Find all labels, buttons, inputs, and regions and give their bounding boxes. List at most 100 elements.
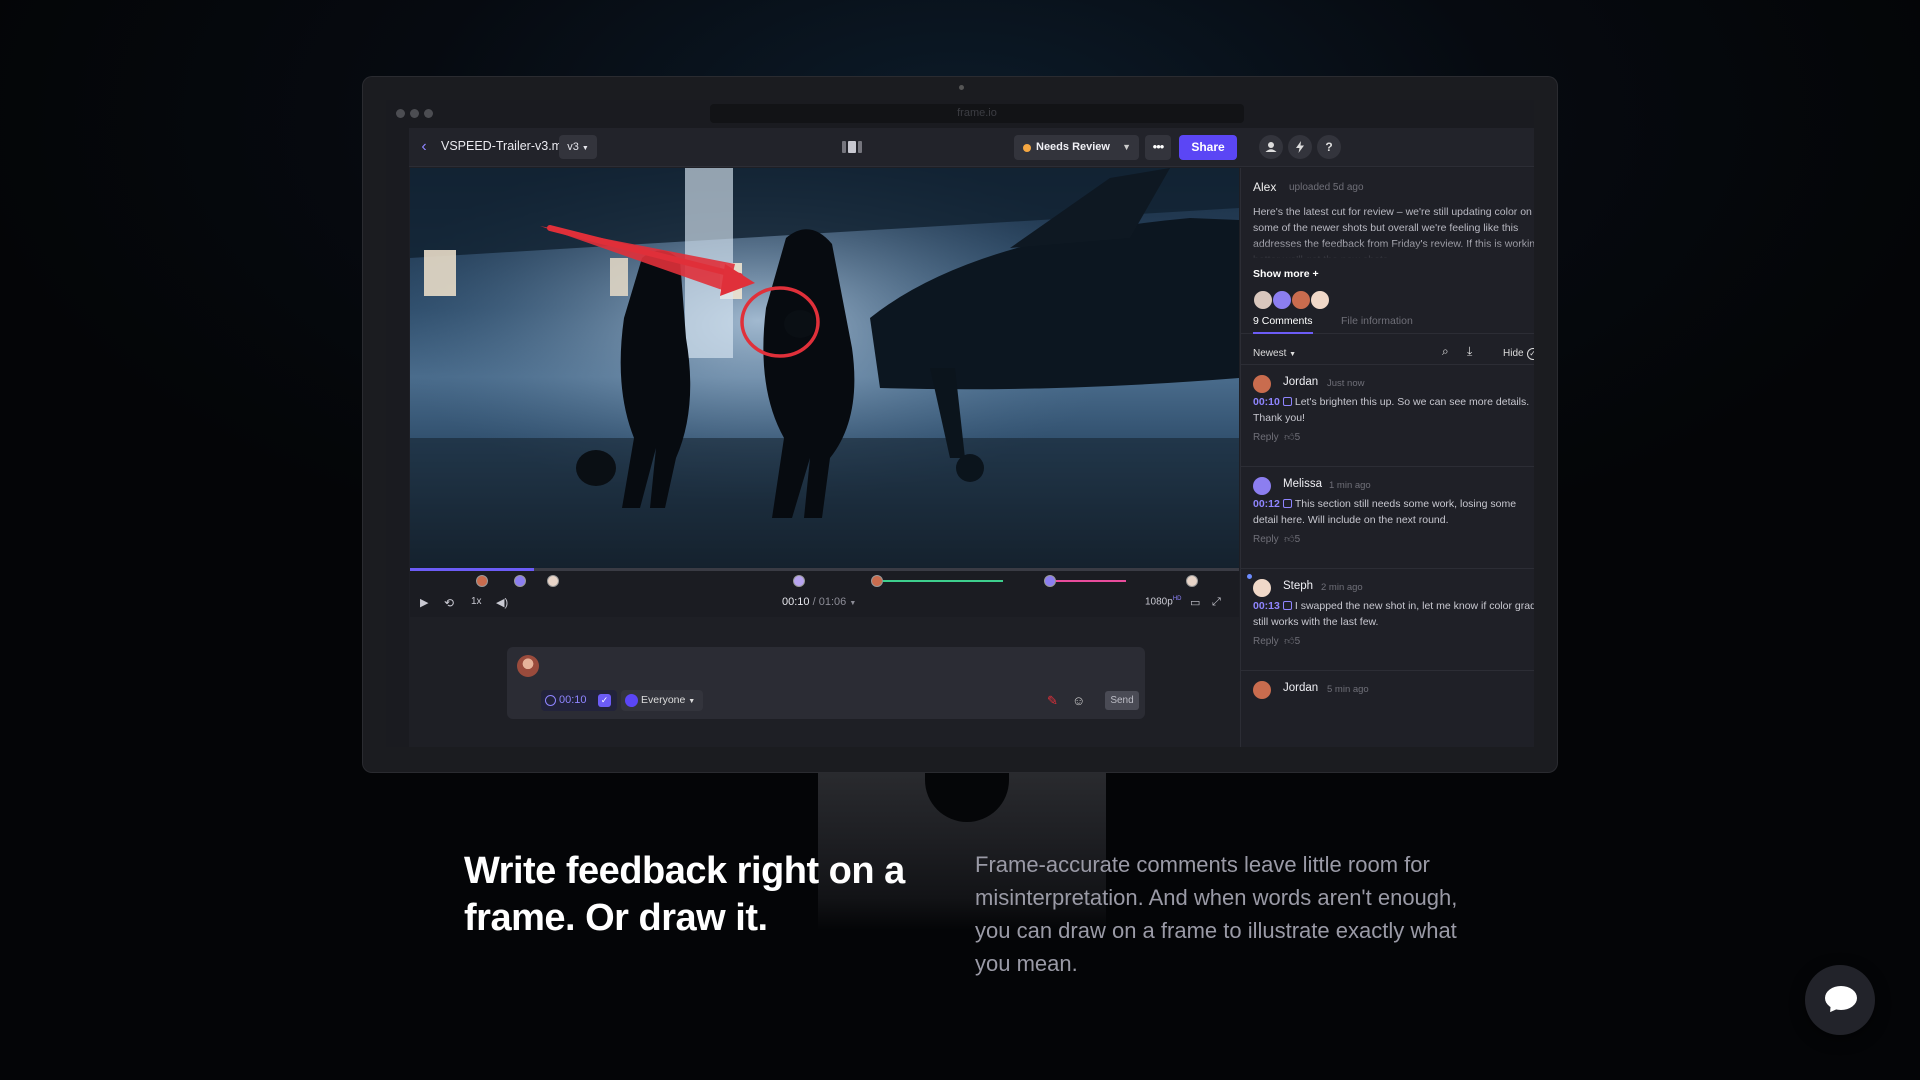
maximize-window-button[interactable] [424,109,433,118]
uploader-name: Alex [1253,180,1277,194]
review-app: ‹ VSPEED-Trailer-v3.mp4 v3 ▼ Needs Revie… [409,128,1534,747]
comment-item[interactable]: Steph 2 min ago 00:13 I swapped the new s… [1241,568,1534,670]
hide-label: Hide [1503,348,1524,359]
lightning-icon[interactable] [1288,135,1312,159]
comment-author: Melissa [1283,478,1322,490]
player-controls: ▶ ⟲ 1x ◀) 00:10 / 01:06 ▼ 1080pHD ▭ ⤢ [410,589,1239,617]
user-icon[interactable] [1259,135,1283,159]
comment-item[interactable]: Jordan Just now 00:10 Let's brighten this… [1241,364,1534,466]
comment-marker[interactable] [514,575,526,587]
comment-text: This section still needs some work, losi… [1253,498,1517,526]
comment-marker[interactable] [1186,575,1198,587]
more-options-button[interactable]: ••• [1145,135,1171,160]
version-label: v3 [567,141,579,153]
version-dropdown[interactable]: v3 ▼ [559,135,597,159]
top-bar: ‹ VSPEED-Trailer-v3.mp4 v3 ▼ Needs Revie… [409,128,1534,167]
thumbs-up-icon[interactable]: 👍︎ [1284,534,1294,545]
avatar [1253,477,1271,495]
total-time: 01:06 [818,596,847,608]
description-fade [1241,240,1534,260]
range-marker[interactable] [1056,580,1126,582]
range-marker[interactable] [883,580,1003,582]
upload-meta: uploaded 5d ago [1289,182,1364,193]
draw-icon[interactable]: ✎ [1047,693,1058,709]
comment-text: I swapped the new shot in, let me know i… [1253,600,1534,628]
thumbs-up-icon[interactable]: 👍︎ [1284,432,1294,443]
avatar [517,655,539,677]
comment-marker[interactable] [1044,575,1056,587]
chevron-down-icon: ▼ [849,600,857,607]
avatar [1310,290,1330,310]
comment-text: Let's brighten this up. So we can see mo… [1253,396,1530,424]
share-button[interactable]: Share [1179,135,1237,160]
comment-marker[interactable] [476,575,488,587]
check-circle-icon: ✓ [1526,348,1534,360]
video-scene [410,168,1239,570]
comment-markers [410,571,1239,589]
comment-author: Jordan [1283,682,1319,694]
quality-selector[interactable]: 1080pHD [1145,596,1181,607]
avatar [1253,375,1271,393]
comments-sidebar: Alex uploaded 5d ago Here's the latest c… [1240,168,1534,747]
film-strip-icon[interactable] [842,140,862,154]
comment-timecode[interactable]: 00:12 [1253,498,1280,510]
emoji-icon[interactable]: ☺ [1072,693,1085,708]
avatar [1253,290,1273,310]
close-window-button[interactable] [396,109,405,118]
reply-link[interactable]: Reply [1253,636,1279,647]
download-icon[interactable]: ⤓ [1467,344,1472,359]
comment-marker[interactable] [547,575,559,587]
avatar [1253,681,1271,699]
sort-dropdown[interactable]: Newest ▼ [1253,348,1296,359]
comment-composer[interactable]: 00:10 ✓ Everyone ▼ ✎ ☺ Send [507,647,1145,719]
minimize-window-button[interactable] [410,109,419,118]
hide-toggle[interactable]: Hide ✓ [1503,348,1534,360]
timecode-toggle[interactable]: 00:10 ✓ [541,690,617,711]
feature-headline: Write feedback right on a frame. Or draw… [464,850,905,939]
checkbox-icon: ✓ [598,694,611,707]
current-time: 00:10 [782,596,810,608]
audience-dropdown[interactable]: Everyone ▼ [621,690,703,711]
comment-marker[interactable] [793,575,805,587]
pip-icon[interactable]: ▭ [1190,596,1200,609]
sort-label: Newest [1253,348,1287,359]
comment-body: 00:10 Let's brighten this up. So we can s… [1253,394,1534,426]
status-label: Needs Review [1036,141,1110,153]
reply-link[interactable]: Reply [1253,534,1279,545]
help-button[interactable]: ? [1317,135,1341,159]
chevron-down-icon: ▼ [1122,142,1131,152]
chevron-down-icon: ▼ [581,145,589,152]
volume-icon[interactable]: ◀) [496,596,508,609]
thumbs-up-icon[interactable]: 👍︎ [1284,636,1294,647]
comment-item[interactable]: Melissa 1 min ago 00:12 This section stil… [1241,466,1534,568]
loop-icon[interactable]: ⟲ [444,596,454,610]
timecode-display[interactable]: 00:10 / 01:06 ▼ [782,596,856,608]
comment-item[interactable]: Jordan 5 min ago [1241,670,1534,747]
video-frame[interactable] [410,168,1239,570]
back-arrow-icon[interactable]: ‹ [415,138,433,156]
send-button[interactable]: Send [1105,691,1139,710]
comment-author: Steph [1283,580,1314,592]
comment-time: 2 min ago [1321,582,1363,593]
chat-launcher-button[interactable] [1805,965,1875,1035]
search-icon[interactable]: ⌕ [1442,344,1449,359]
reply-link[interactable]: Reply [1253,432,1279,443]
feature-description: Frame-accurate comments leave little roo… [975,852,1458,976]
comment-time: 1 min ago [1329,480,1371,491]
tab-file-information[interactable]: File information [1341,315,1413,327]
composer-timecode: 00:10 [559,694,587,706]
url-bar[interactable]: frame.io [710,104,1244,123]
show-more-link[interactable]: Show more + [1253,268,1319,280]
play-icon[interactable]: ▶ [420,596,428,609]
comment-body: 00:13 I swapped the new shot in, let me k… [1253,598,1534,630]
comment-marker[interactable] [871,575,883,587]
comment-time: Just now [1327,378,1365,389]
edit-icon [1282,601,1292,610]
fullscreen-icon[interactable]: ⤢ [1212,596,1221,609]
comment-timecode[interactable]: 00:10 [1253,396,1280,408]
tab-comments[interactable]: 9 Comments [1253,315,1313,334]
comment-timecode[interactable]: 00:13 [1253,600,1280,612]
playback-speed[interactable]: 1x [471,596,482,607]
edit-icon [1282,499,1292,508]
status-dropdown[interactable]: Needs Review ▼ [1014,135,1139,160]
